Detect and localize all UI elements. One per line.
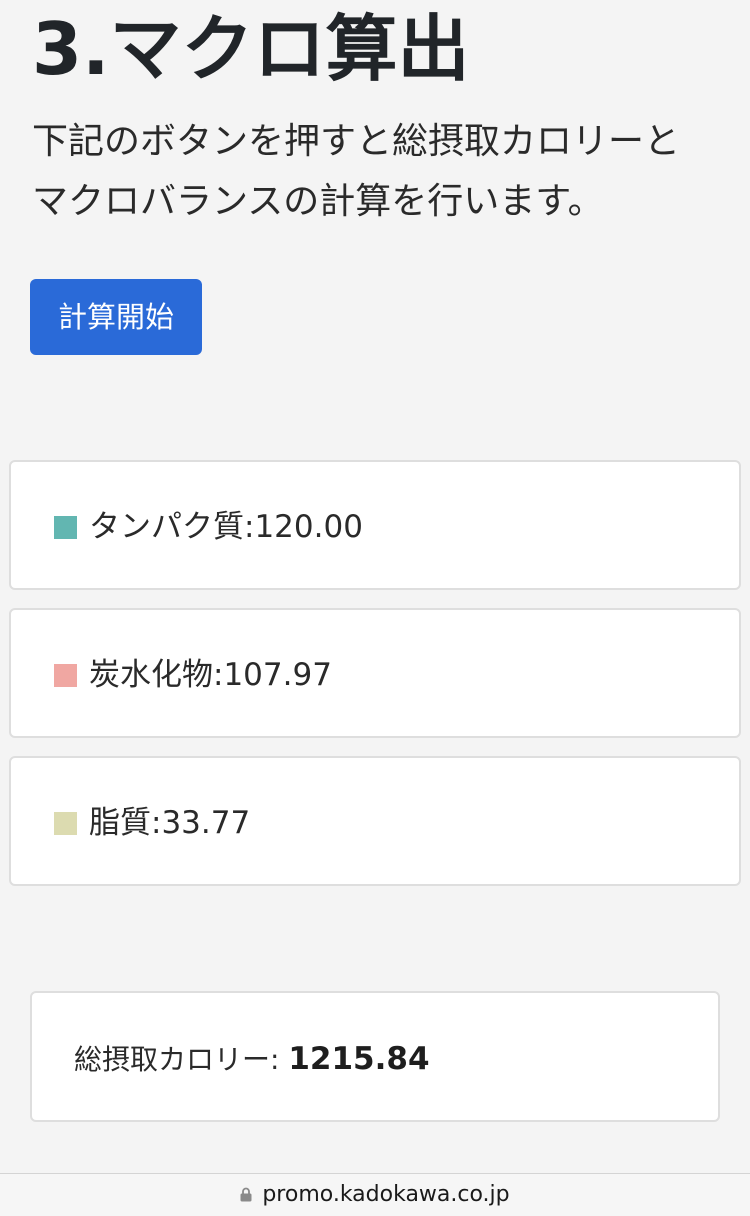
carbohydrate-value: 炭水化物:107.97 bbox=[89, 657, 332, 693]
macro-card-protein: タンパク質:120.00 bbox=[9, 460, 741, 590]
page-title: 3.マクロ算出 bbox=[32, 7, 470, 91]
fat-color-swatch bbox=[54, 812, 77, 835]
protein-color-swatch bbox=[54, 516, 77, 539]
protein-value: タンパク質:120.00 bbox=[89, 509, 363, 545]
calculate-button[interactable]: 計算開始 bbox=[30, 279, 202, 355]
total-calories: 総摂取カロリー: 1215.84 bbox=[74, 1039, 430, 1080]
page-url: promo.kadokawa.co.jp bbox=[262, 1182, 510, 1207]
total-calories-value: 1215.84 bbox=[288, 1041, 430, 1077]
lock-icon bbox=[240, 1187, 252, 1202]
instructions-line-2: マクロバランスの計算を行います。 bbox=[32, 181, 604, 222]
total-calories-card: 総摂取カロリー: 1215.84 bbox=[30, 991, 720, 1122]
fat-value: 脂質:33.77 bbox=[89, 805, 251, 841]
macro-calculator-page: 3.マクロ算出 下記のボタンを押すと総摂取カロリーと マクロバランスの計算を行い… bbox=[0, 0, 750, 1216]
total-calories-label: 総摂取カロリー: bbox=[74, 1043, 289, 1076]
instructions-line-1: 下記のボタンを押すと総摂取カロリーと bbox=[32, 121, 681, 162]
macro-card-fat: 脂質:33.77 bbox=[9, 756, 741, 886]
macro-card-carbohydrate: 炭水化物:107.97 bbox=[9, 608, 741, 738]
carbohydrate-color-swatch bbox=[54, 664, 77, 687]
browser-address-bar[interactable]: promo.kadokawa.co.jp bbox=[0, 1173, 750, 1216]
instructions-text: 下記のボタンを押すと総摂取カロリーと マクロバランスの計算を行います。 bbox=[32, 112, 722, 232]
